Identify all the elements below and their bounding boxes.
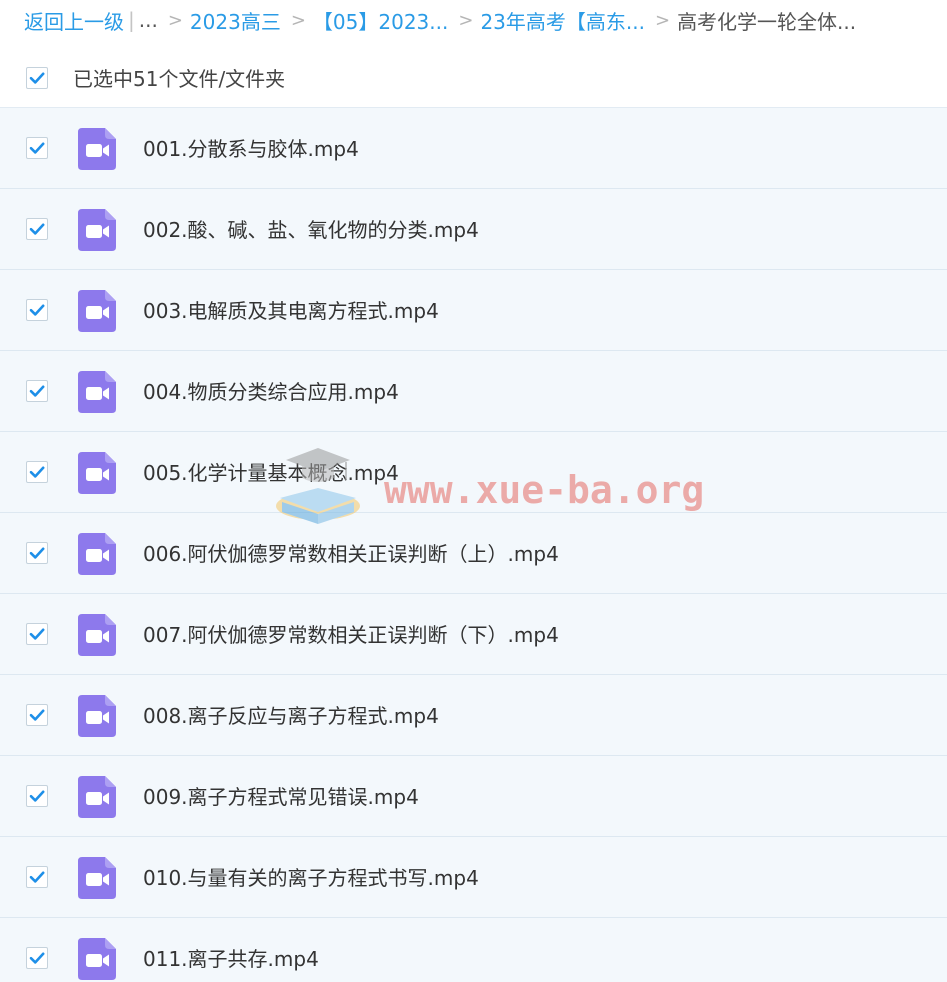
video-file-icon: [78, 776, 116, 818]
file-name[interactable]: 002.酸、碱、盐、氧化物的分类.mp4: [143, 214, 479, 243]
file-name[interactable]: 006.阿伏伽德罗常数相关正误判断（上）.mp4: [143, 538, 559, 567]
video-file-icon: [78, 209, 116, 251]
file-name[interactable]: 004.物质分类综合应用.mp4: [143, 376, 399, 405]
file-row[interactable]: 010.与量有关的离子方程式书写.mp4: [0, 837, 947, 918]
file-name[interactable]: 008.离子反应与离子方程式.mp4: [143, 700, 439, 729]
file-row[interactable]: 006.阿伏伽德罗常数相关正误判断（上）.mp4: [0, 513, 947, 594]
file-name[interactable]: 007.阿伏伽德罗常数相关正误判断（下）.mp4: [143, 619, 559, 648]
checkmark-icon: [29, 223, 45, 235]
video-file-icon: [78, 695, 116, 737]
file-name[interactable]: 001.分散系与胶体.mp4: [143, 133, 359, 162]
file-checkbox[interactable]: [26, 947, 48, 969]
checkmark-icon: [29, 871, 45, 883]
video-file-icon: [78, 614, 116, 656]
file-row[interactable]: 008.离子反应与离子方程式.mp4: [0, 675, 947, 756]
file-row[interactable]: 005.化学计量基本概念.mp4: [0, 432, 947, 513]
checkmark-icon: [29, 628, 45, 640]
video-file-icon: [78, 533, 116, 575]
selection-bar: 已选中51个文件/文件夹: [0, 56, 947, 108]
breadcrumb-separator: >: [167, 9, 183, 31]
file-name[interactable]: 010.与量有关的离子方程式书写.mp4: [143, 862, 479, 891]
file-row[interactable]: 003.电解质及其电离方程式.mp4: [0, 270, 947, 351]
checkmark-icon: [29, 304, 45, 316]
file-checkbox[interactable]: [26, 137, 48, 159]
file-checkbox[interactable]: [26, 218, 48, 240]
file-checkbox[interactable]: [26, 542, 48, 564]
select-all-checkbox[interactable]: [26, 67, 48, 89]
breadcrumb: 返回上一级 | ... > 2023高三 > 【05】2023... > 23年…: [24, 6, 856, 34]
checkmark-icon: [29, 142, 45, 154]
file-row[interactable]: 009.离子方程式常见错误.mp4: [0, 756, 947, 837]
file-row[interactable]: 007.阿伏伽德罗常数相关正误判断（下）.mp4: [0, 594, 947, 675]
back-link[interactable]: 返回上一级: [24, 6, 124, 35]
breadcrumb-current: 高考化学一轮全体...: [677, 9, 857, 34]
checkmark-icon: [29, 547, 45, 559]
file-checkbox[interactable]: [26, 704, 48, 726]
file-name[interactable]: 003.电解质及其电离方程式.mp4: [143, 295, 439, 324]
file-row[interactable]: 011.离子共存.mp4: [0, 918, 947, 982]
checkmark-icon: [29, 952, 45, 964]
file-checkbox[interactable]: [26, 866, 48, 888]
video-file-icon: [78, 290, 116, 332]
file-name[interactable]: 009.离子方程式常见错误.mp4: [143, 781, 419, 810]
video-file-icon: [78, 938, 116, 980]
video-file-icon: [78, 128, 116, 170]
file-checkbox[interactable]: [26, 785, 48, 807]
checkmark-icon: [29, 72, 45, 84]
file-name[interactable]: 011.离子共存.mp4: [143, 943, 319, 972]
video-file-icon: [78, 452, 116, 494]
file-browser: 返回上一级 | ... > 2023高三 > 【05】2023... > 23年…: [0, 0, 947, 982]
checkmark-icon: [29, 709, 45, 721]
breadcrumb-separator: >: [654, 9, 671, 31]
file-checkbox[interactable]: [26, 623, 48, 645]
breadcrumb-separator: >: [290, 9, 306, 31]
breadcrumb-item-folder[interactable]: 【05】2023...: [313, 6, 448, 35]
file-row[interactable]: 002.酸、碱、盐、氧化物的分类.mp4: [0, 189, 947, 270]
video-file-icon: [78, 857, 116, 899]
video-file-icon: [78, 371, 116, 413]
breadcrumb-item-grade[interactable]: 2023高三: [190, 6, 281, 35]
checkmark-icon: [29, 466, 45, 478]
breadcrumb-separator: >: [458, 9, 474, 31]
file-row[interactable]: 001.分散系与胶体.mp4: [0, 108, 947, 189]
breadcrumb-divider: |: [128, 8, 135, 32]
breadcrumb-item-course[interactable]: 23年高考【高东...: [480, 6, 645, 35]
checkmark-icon: [29, 790, 45, 802]
file-checkbox[interactable]: [26, 380, 48, 402]
file-row[interactable]: 004.物质分类综合应用.mp4: [0, 351, 947, 432]
breadcrumb-ellipsis[interactable]: ...: [139, 8, 158, 32]
checkmark-icon: [29, 385, 45, 397]
selection-count-label: 已选中51个文件/文件夹: [73, 67, 286, 91]
file-checkbox[interactable]: [26, 299, 48, 321]
file-checkbox[interactable]: [26, 461, 48, 483]
file-list: 001.分散系与胶体.mp4 002.酸、碱、盐、氧化物的分类.mp4 003.电解…: [0, 108, 947, 982]
file-name[interactable]: 005.化学计量基本概念.mp4: [143, 457, 399, 486]
